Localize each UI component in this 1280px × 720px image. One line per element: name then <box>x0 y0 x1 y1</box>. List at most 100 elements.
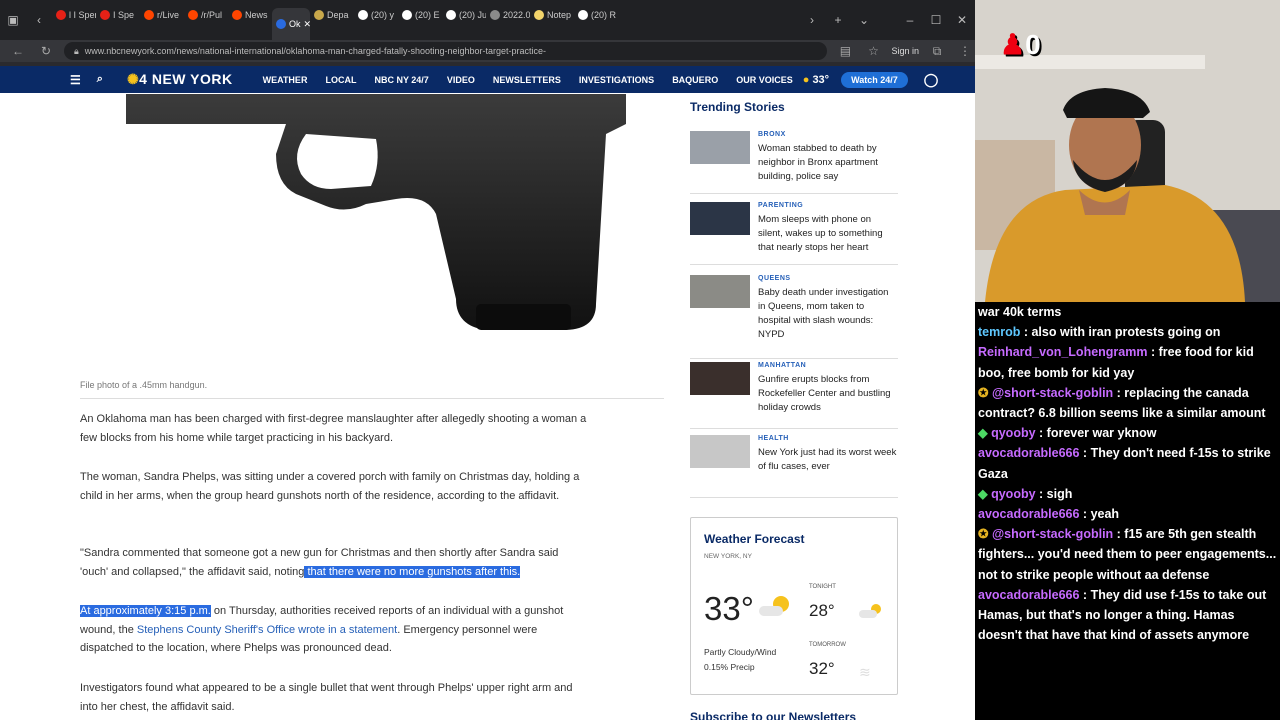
story-thumbnail[interactable] <box>690 435 750 468</box>
tab-1[interactable]: I Spe <box>96 0 140 30</box>
minimize-icon[interactable]: – <box>897 13 923 27</box>
tab-8[interactable]: (20) E <box>398 0 442 30</box>
tab-2[interactable]: r/Live <box>140 0 184 30</box>
tab-5[interactable]: Ok ✕ <box>272 8 310 40</box>
story-category[interactable]: QUEENS <box>758 275 791 282</box>
precip-text: 0.15% Precip <box>704 662 755 672</box>
story-category[interactable]: BRONX <box>758 131 786 138</box>
image-caption: File photo of a .45mm handgun. <box>80 380 208 390</box>
maximize-icon[interactable]: ☐ <box>923 13 949 27</box>
weather-conditions: Partly Cloudy/Wind 0.15% Precip <box>704 645 776 675</box>
story-category[interactable]: PARENTING <box>758 202 803 209</box>
tab-10[interactable]: 2022.03.1 <box>486 0 530 30</box>
story-item[interactable]: MANHATTAN Gunfire erupts blocks from Rock… <box>690 362 898 432</box>
tab-4[interactable]: News <box>228 0 272 30</box>
account-icon[interactable]: ◯ <box>924 72 939 88</box>
chat-separator: : <box>1079 587 1091 602</box>
story-headline[interactable]: Baby death under investigation in Queens… <box>758 286 898 342</box>
tab-11[interactable]: Notep <box>530 0 574 30</box>
tab-scroll-left-icon[interactable]: ‹ <box>26 13 52 27</box>
search-icon[interactable]: ⌕ <box>97 73 103 86</box>
chat-username[interactable]: avocadorable666 <box>978 507 1079 521</box>
nbc-icon <box>276 19 286 29</box>
stream-overlay: ♟0 war 40k terms temrob : also with iran … <box>975 0 1280 720</box>
new-tab-icon[interactable]: + <box>825 13 851 27</box>
tab-12[interactable]: (20) R <box>574 0 618 30</box>
chat-username[interactable]: avocadorable666 <box>978 588 1079 602</box>
sheriff-statement-link[interactable]: Stephens County Sheriff's Office wrote i… <box>137 624 397 636</box>
close-window-icon[interactable]: ✕ <box>949 13 975 27</box>
reload-icon[interactable]: ↻ <box>36 44 56 58</box>
chat-text: yeah <box>1090 507 1120 522</box>
chat-separator: : <box>1020 325 1032 340</box>
story-thumbnail[interactable] <box>690 202 750 235</box>
chat-username[interactable]: Reinhard_von_Lohengramm <box>978 345 1147 359</box>
tab-list-icon[interactable]: ⌄ <box>851 13 877 27</box>
tab-3[interactable]: /r/Pul <box>184 0 228 30</box>
sign-in-button[interactable]: Sign in <box>891 46 919 56</box>
chat-separator: : <box>1147 345 1159 360</box>
story-category[interactable]: HEALTH <box>758 435 789 442</box>
chat-message: avocadorable666 : They did use f-15s to … <box>978 585 1280 646</box>
tab-label: Ok <box>289 19 301 29</box>
tab-actions-icon[interactable]: ▣ <box>0 13 26 27</box>
tab-9[interactable]: (20) Ju <box>442 0 486 30</box>
story-category[interactable]: MANHATTAN <box>758 362 806 369</box>
chat-username[interactable]: qyooby <box>991 426 1035 440</box>
newsletter-heading: Subscribe to our Newsletters <box>690 710 857 720</box>
story-headline[interactable]: Gunfire erupts blocks from Rockefeller C… <box>758 373 898 415</box>
nav-item-7[interactable]: OUR VOICES <box>736 75 793 85</box>
story-item[interactable]: BRONX Woman stabbed to death by neighbor … <box>690 131 898 201</box>
chat-username[interactable]: temrob <box>978 325 1020 339</box>
story-item[interactable]: QUEENS Baby death under investigation in … <box>690 275 898 345</box>
wind-icon: ≋ <box>859 664 871 680</box>
extensions-icon[interactable]: ⧉ <box>927 44 947 59</box>
logo-text: NEW YORK <box>151 71 233 87</box>
story-headline[interactable]: New York just had its worst week of flu … <box>758 446 898 474</box>
chat-username[interactable]: @short-stack-goblin <box>992 527 1113 541</box>
story-thumbnail[interactable] <box>690 131 750 164</box>
story-item[interactable]: PARENTING Mom sleeps with phone on silent… <box>690 202 898 272</box>
nav-items: WEATHER LOCAL NBC NY 24/7 VIDEO NEWSLETTERS I… <box>263 75 811 85</box>
chat-username[interactable]: qyooby <box>991 487 1035 501</box>
menu-icon[interactable]: ⋮ <box>955 44 975 58</box>
favorite-icon[interactable]: ☆ <box>863 44 883 58</box>
browser-window: ▣ ‹ l I SpendI Sper/Live/r/PulNewsOk✕Dep… <box>0 0 975 720</box>
address-bar[interactable]: 🔒︎ www.nbcnewyork.com/news/national-inte… <box>64 42 828 60</box>
nav-item-1[interactable]: LOCAL <box>325 75 356 85</box>
story-thumbnail[interactable] <box>690 362 750 395</box>
reader-icon[interactable]: ▤ <box>835 44 855 58</box>
counter-value: 0 <box>1025 29 1041 60</box>
tab-scroll-right-icon[interactable]: › <box>799 13 825 27</box>
chat-username[interactable]: avocadorable666 <box>978 446 1079 460</box>
chat-username[interactable]: @short-stack-goblin <box>992 386 1113 400</box>
watch-live-button[interactable]: Watch 24/7 <box>841 71 908 88</box>
tomorrow-label: TOMORROW <box>809 642 846 648</box>
nbc-logo[interactable]: ✺4 NEW YORK <box>127 71 233 88</box>
tab-6[interactable]: Depa <box>310 0 354 30</box>
tab-label: 2022.03.1 <box>503 10 530 20</box>
story-item[interactable]: HEALTH New York just had its worst week o… <box>690 435 898 505</box>
nav-item-0[interactable]: WEATHER <box>263 75 308 85</box>
back-icon[interactable]: ← <box>8 44 28 58</box>
tab-0[interactable]: l I Spend <box>52 0 96 30</box>
selected-text: that there were no more gunshots after t… <box>304 565 521 578</box>
nav-item-5[interactable]: INVESTIGATIONS <box>579 75 654 85</box>
chat-separator: : <box>1035 426 1047 441</box>
nav-item-3[interactable]: VIDEO <box>447 75 475 85</box>
chat-message: temrob : also with iran protests going o… <box>978 322 1280 342</box>
chat-separator: : <box>1079 446 1091 461</box>
story-thumbnail[interactable] <box>690 275 750 308</box>
paragraph-5: Investigators found what appeared to be … <box>80 682 573 713</box>
weather-widget[interactable]: Weather Forecast NEW YORK, NY 33° TONIGH… <box>690 517 898 695</box>
story-divider <box>690 264 898 265</box>
nav-item-4[interactable]: NEWSLETTERS <box>493 75 561 85</box>
nav-item-2[interactable]: NBC NY 24/7 <box>374 75 428 85</box>
story-headline[interactable]: Mom sleeps with phone on silent, wakes u… <box>758 213 898 255</box>
paragraph-1: An Oklahoma man has been charged with fi… <box>80 413 587 444</box>
nav-item-6[interactable]: BAQUERO <box>672 75 718 85</box>
story-headline[interactable]: Woman stabbed to death by neighbor in Br… <box>758 142 898 184</box>
chat-separator: : <box>1079 507 1091 522</box>
tab-7[interactable]: (20) y <box>354 0 398 30</box>
hamburger-icon[interactable]: ☰ <box>70 73 81 87</box>
